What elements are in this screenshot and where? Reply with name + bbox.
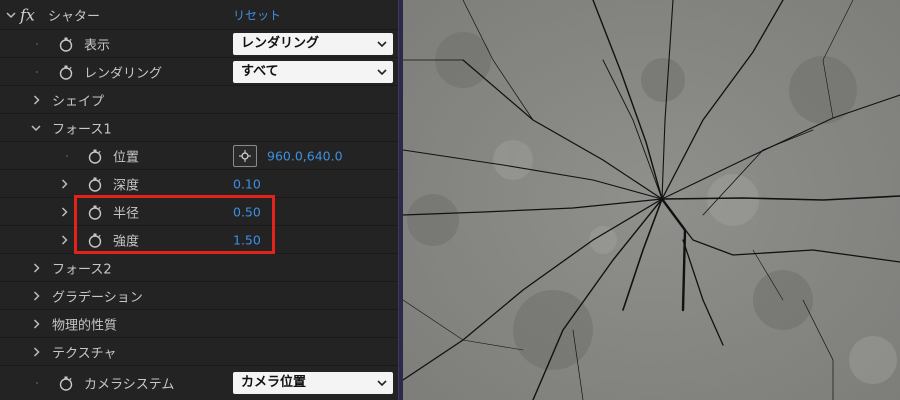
property-row-depth: 深度 0.10 [0, 170, 398, 198]
indent-dot [36, 382, 38, 384]
chevron-right-icon[interactable] [33, 290, 40, 301]
chevron-right-icon[interactable] [33, 262, 40, 273]
group-label: シェイプ [52, 94, 105, 109]
chevron-right-icon[interactable] [33, 94, 40, 105]
stopwatch-icon[interactable] [87, 176, 103, 192]
render-select[interactable]: すべて [233, 60, 393, 83]
group-label: フォース2 [52, 262, 112, 277]
camera-select[interactable]: カメラ位置 [233, 372, 393, 394]
property-row-camera: カメラシステム カメラ位置 [0, 366, 398, 400]
depth-value[interactable]: 0.10 [233, 176, 261, 191]
effect-name: シャター [48, 9, 101, 24]
chevron-down-icon[interactable] [6, 11, 16, 19]
position-target-button[interactable] [233, 144, 257, 167]
property-label: 位置 [113, 150, 140, 165]
camera-select-value: カメラ位置 [241, 375, 307, 390]
highlight-annotation-box [74, 195, 275, 254]
crosshair-icon [239, 149, 251, 162]
chevron-down-icon[interactable] [31, 124, 41, 132]
group-row-force2[interactable]: フォース2 [0, 254, 398, 282]
fx-toggle-icon[interactable]: fx [20, 5, 35, 24]
property-label: カメラシステム [84, 377, 175, 393]
property-row-view: 表示 レンダリング [0, 30, 398, 58]
chevron-down-icon [377, 68, 387, 75]
chevron-down-icon [377, 40, 387, 47]
group-label: 物理的性質 [52, 318, 118, 333]
group-row-force1[interactable]: フォース1 [0, 114, 398, 142]
render-select-value: すべて [241, 63, 279, 79]
chevron-right-icon[interactable] [33, 318, 40, 329]
group-row-texture[interactable]: テクスチャ [0, 338, 398, 366]
stopwatch-icon[interactable] [58, 64, 74, 80]
group-label: フォース1 [52, 122, 112, 137]
shattered-concrete-preview [403, 0, 900, 400]
stopwatch-icon[interactable] [58, 36, 74, 52]
property-label: 表示 [84, 38, 111, 53]
property-row-position: 位置 960.0,640.0 [0, 142, 398, 170]
indent-dot [66, 154, 68, 157]
stopwatch-icon[interactable] [58, 375, 74, 391]
group-label: テクスチャ [52, 346, 117, 361]
property-label: 深度 [113, 178, 140, 193]
chevron-right-icon[interactable] [61, 206, 68, 217]
group-row-physics[interactable]: 物理的性質 [0, 310, 398, 338]
property-row-render: レンダリング すべて [0, 58, 398, 86]
composition-viewer[interactable] [403, 0, 900, 400]
view-select[interactable]: レンダリング [233, 32, 393, 55]
group-label: グラデーション [52, 290, 143, 305]
property-label: レンダリング [84, 66, 163, 81]
indent-dot [36, 70, 38, 73]
reset-link[interactable]: リセット [233, 6, 281, 23]
group-row-shape[interactable]: シェイプ [0, 86, 398, 114]
chevron-right-icon[interactable] [61, 234, 68, 245]
chevron-down-icon [377, 380, 387, 387]
position-value[interactable]: 960.0,640.0 [267, 148, 343, 163]
chevron-right-icon[interactable] [33, 346, 40, 357]
effect-header-row[interactable]: fx シャター リセット [0, 0, 398, 30]
group-row-gradient[interactable]: グラデーション [0, 282, 398, 310]
view-select-value: レンダリング [241, 35, 320, 51]
effect-controls-panel: fx シャター リセット 表示 レンダリング レンダリング すべて シェイプ フ… [0, 0, 398, 400]
chevron-right-icon[interactable] [61, 178, 68, 189]
stopwatch-icon[interactable] [87, 148, 103, 164]
indent-dot [36, 42, 38, 45]
